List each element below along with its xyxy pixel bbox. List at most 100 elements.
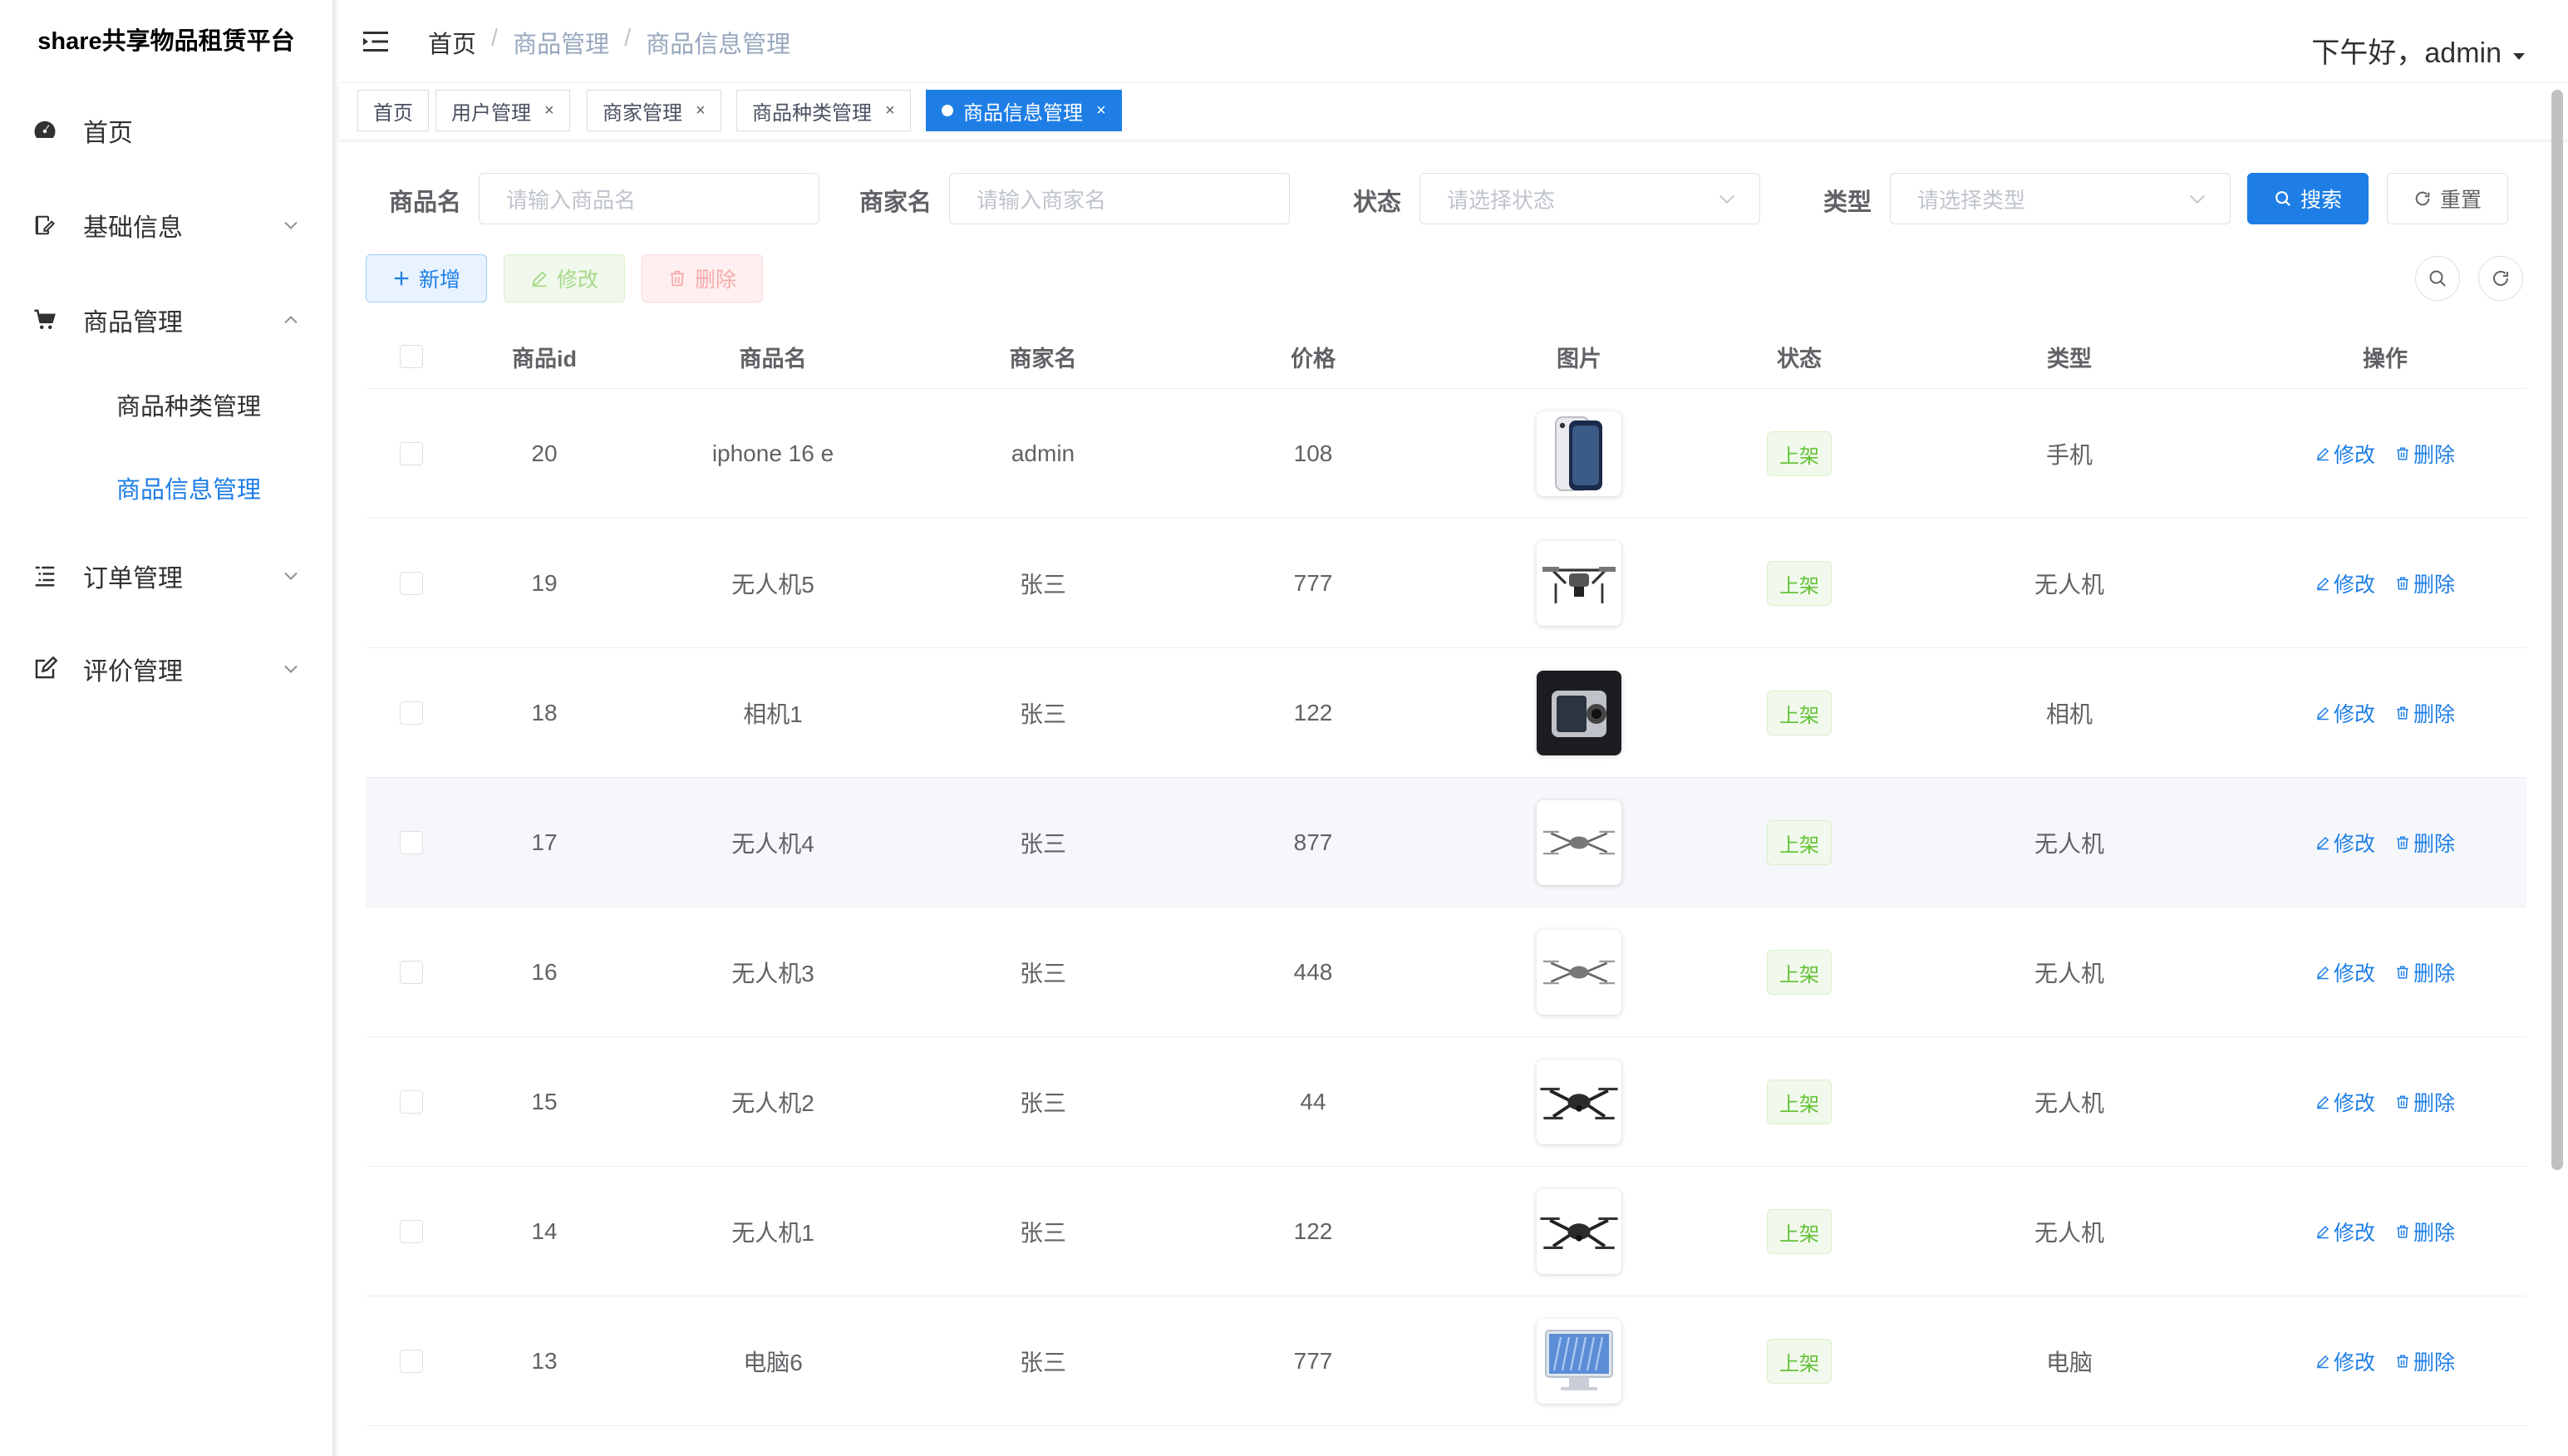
row-delete-link[interactable]: 删除 <box>2395 828 2455 858</box>
row-edit-link[interactable]: 修改 <box>2315 439 2375 469</box>
sidebar-item-goods[interactable]: 商品管理 <box>0 278 332 362</box>
product-image[interactable] <box>1537 541 1621 626</box>
row-delete-link[interactable]: 删除 <box>2395 957 2455 987</box>
reset-button[interactable]: 重置 <box>2387 173 2508 224</box>
dashboard-icon <box>30 116 60 145</box>
table-row[interactable]: 18 相机1 张三 122 上架 相机 修改 删除 <box>366 648 2526 778</box>
row-edit-link[interactable]: 修改 <box>2315 1217 2375 1247</box>
row-delete-link[interactable]: 删除 <box>2395 1087 2455 1117</box>
product-image[interactable] <box>1537 1189 1621 1274</box>
app-logo-title: share共享物品租赁平台 <box>37 28 295 55</box>
close-icon[interactable]: × <box>696 101 706 121</box>
select-all-cell <box>366 324 457 389</box>
sidebar-item-label: 基础信息 <box>83 214 183 242</box>
refresh-table-button[interactable] <box>2478 256 2523 301</box>
row-checkbox[interactable] <box>400 831 423 854</box>
list-icon <box>30 561 60 591</box>
table-row[interactable]: 15 无人机2 张三 44 上架 无人机 修改 删除 <box>366 1037 2526 1167</box>
sidebar-subitem-goods-category[interactable]: 商品种类管理 <box>0 365 332 445</box>
row-checkbox[interactable] <box>400 1220 423 1243</box>
product-image[interactable] <box>1537 930 1621 1015</box>
status-select[interactable]: 请选择状态 <box>1419 173 1760 224</box>
col-header-status: 状态 <box>1777 346 1822 371</box>
product-image[interactable] <box>1537 411 1621 496</box>
cell-type: 手机 <box>2045 442 2093 468</box>
search-button[interactable]: 搜索 <box>2247 173 2369 224</box>
row-checkbox[interactable] <box>400 572 423 595</box>
product-image[interactable] <box>1537 1060 1621 1144</box>
row-edit-link[interactable]: 修改 <box>2315 1087 2375 1117</box>
row-checkbox[interactable] <box>400 442 423 465</box>
merchant-name-input[interactable]: 请输入商家名 <box>949 173 1290 224</box>
sidebar-item-orders[interactable]: 订单管理 <box>0 534 332 617</box>
sidebar-item-reviews[interactable]: 评价管理 <box>0 627 332 711</box>
select-all-checkbox[interactable] <box>400 345 423 368</box>
chevron-down-icon <box>284 572 298 580</box>
user-menu[interactable]: 下午好，admin <box>2311 30 2525 71</box>
row-delete-link[interactable]: 删除 <box>2395 568 2455 598</box>
table-row[interactable]: 13 电脑6 张三 777 上架 电脑 修改 删除 <box>366 1296 2526 1426</box>
close-icon[interactable]: × <box>1096 101 1106 121</box>
product-image[interactable] <box>1537 800 1621 885</box>
goods-name-input[interactable]: 请输入商品名 <box>479 173 819 224</box>
chevron-down-icon <box>2190 194 2205 204</box>
row-delete-link[interactable]: 删除 <box>2395 1346 2455 1376</box>
table-row[interactable]: 19 无人机5 张三 777 上架 无人机 修改 删除 <box>366 519 2526 648</box>
table-row[interactable]: 14 无人机1 张三 122 上架 无人机 修改 删除 <box>366 1167 2526 1296</box>
row-edit-link[interactable]: 修改 <box>2315 698 2375 728</box>
breadcrumb-home[interactable]: 首页 <box>428 25 476 60</box>
row-checkbox[interactable] <box>400 701 423 725</box>
refresh-icon <box>2415 191 2430 206</box>
chevron-down-icon <box>284 665 298 673</box>
sidebar-item-basic-info[interactable]: 基础信息 <box>0 184 332 267</box>
tag-merchant-management[interactable]: 商家管理 × <box>587 90 721 131</box>
table-row[interactable]: 16 无人机3 张三 448 上架 无人机 修改 删除 <box>366 908 2526 1037</box>
sidebar-subitem-goods-info[interactable]: 商品信息管理 <box>0 448 332 528</box>
row-edit-link[interactable]: 修改 <box>2315 1346 2375 1376</box>
row-select-cell <box>366 389 457 519</box>
hamburger-toggle-icon[interactable] <box>361 27 391 57</box>
toggle-search-button[interactable] <box>2415 256 2460 301</box>
row-delete-link[interactable]: 删除 <box>2395 1217 2455 1247</box>
merchant-name-label: 商家名 <box>859 189 932 216</box>
status-cell: 上架 <box>1704 389 1895 519</box>
table-row[interactable]: 17 无人机4 张三 877 上架 无人机 修改 删除 <box>366 778 2526 908</box>
sidebar-item-home[interactable]: 首页 <box>0 89 332 172</box>
edit-button[interactable]: 修改 <box>504 254 625 303</box>
row-select-cell <box>366 519 457 648</box>
product-image[interactable] <box>1537 671 1621 755</box>
close-icon[interactable]: × <box>544 101 554 121</box>
close-icon[interactable]: × <box>885 101 895 121</box>
row-delete-label: 删除 <box>2413 962 2456 986</box>
edit-icon <box>2317 1225 2329 1239</box>
type-select[interactable]: 请选择类型 <box>1890 173 2231 224</box>
row-edit-link[interactable]: 修改 <box>2315 828 2375 858</box>
tag-goods-category[interactable]: 商品种类管理 × <box>736 90 911 131</box>
cell-id: 20 <box>531 440 558 466</box>
add-button[interactable]: 新增 <box>366 254 487 303</box>
row-checkbox[interactable] <box>400 961 423 984</box>
vertical-scrollbar[interactable] <box>2551 90 2563 1170</box>
row-delete-label: 删除 <box>2413 573 2456 597</box>
cell-price: 122 <box>1293 1218 1333 1244</box>
cell-id: 15 <box>531 1089 558 1114</box>
sidebar-item-label: 商品管理 <box>83 309 183 337</box>
delete-button[interactable]: 删除 <box>642 254 763 303</box>
status-cell: 上架 <box>1704 1167 1895 1296</box>
cell-name: 相机1 <box>743 701 803 727</box>
row-delete-link[interactable]: 删除 <box>2395 439 2455 469</box>
tag-home[interactable]: 首页 <box>357 90 429 131</box>
table-row[interactable]: 20 iphone 16 e admin 108 上架 手机 修改 删除 <box>366 389 2526 519</box>
row-delete-link[interactable]: 删除 <box>2395 698 2455 728</box>
edit-icon <box>2317 836 2329 850</box>
actions-cell: 修改 删除 <box>2244 908 2526 1037</box>
row-edit-link[interactable]: 修改 <box>2315 568 2375 598</box>
status-cell: 上架 <box>1704 908 1895 1037</box>
row-edit-link[interactable]: 修改 <box>2315 957 2375 987</box>
row-checkbox[interactable] <box>400 1090 423 1114</box>
tag-user-management[interactable]: 用户管理 × <box>435 90 570 131</box>
cell-name: 无人机5 <box>731 572 814 598</box>
row-checkbox[interactable] <box>400 1350 423 1373</box>
tag-goods-info[interactable]: 商品信息管理 × <box>926 90 1122 131</box>
product-image[interactable] <box>1537 1319 1621 1404</box>
